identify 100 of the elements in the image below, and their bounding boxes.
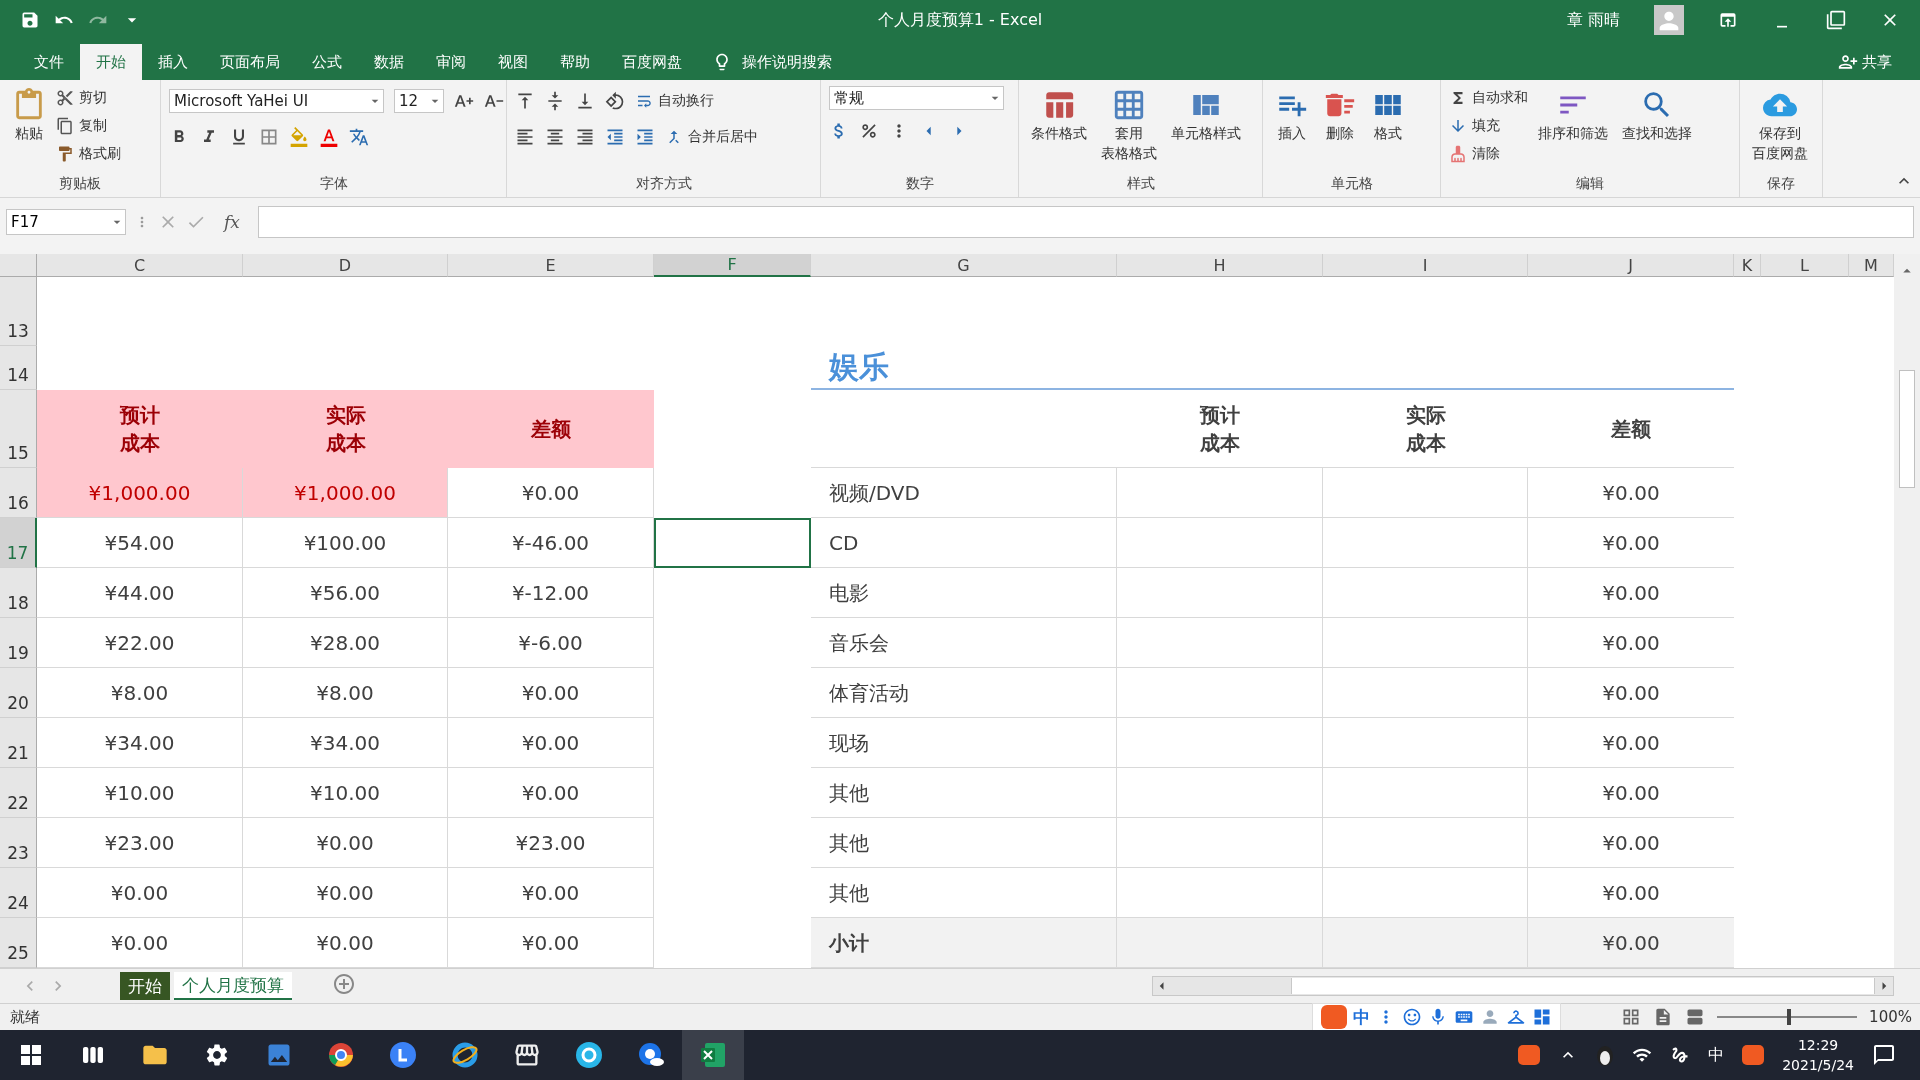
table-cell[interactable] <box>1117 568 1323 618</box>
row-header[interactable]: 22 <box>0 768 37 818</box>
insert-function-button[interactable]: fx <box>224 212 240 232</box>
table-cell[interactable]: ¥0.00 <box>243 818 448 868</box>
table-cell[interactable] <box>1323 618 1528 668</box>
table-cell[interactable]: 小计 <box>811 918 1117 968</box>
row-header[interactable]: 16 <box>0 468 37 518</box>
format-painter-button[interactable]: 格式刷 <box>56 142 121 166</box>
column-header[interactable]: C <box>37 254 243 277</box>
table-cell[interactable]: 其他 <box>811 768 1117 818</box>
zoom-thumb[interactable] <box>1787 1009 1792 1025</box>
table-cell[interactable] <box>1323 818 1528 868</box>
insert-button[interactable]: 插入 <box>1271 86 1313 144</box>
table-cell[interactable] <box>1323 918 1528 968</box>
table-cell[interactable]: ¥0.00 <box>243 868 448 918</box>
table-cell[interactable]: ¥-6.00 <box>448 618 654 668</box>
penguin-icon[interactable] <box>1596 1044 1615 1066</box>
table-cell[interactable]: ¥56.00 <box>243 568 448 618</box>
share-button[interactable]: 共享 <box>1838 44 1920 80</box>
table-cell[interactable] <box>1323 768 1528 818</box>
column-header[interactable]: D <box>243 254 448 277</box>
ribbon-tab[interactable]: 页面布局 <box>204 44 296 80</box>
table-cell[interactable] <box>1323 668 1528 718</box>
row-header[interactable]: 21 <box>0 718 37 768</box>
table-cell[interactable]: ¥1,000.00 <box>243 468 448 518</box>
table-cell[interactable]: ¥0.00 <box>448 868 654 918</box>
input-language[interactable]: 中 <box>1708 1044 1725 1066</box>
save-icon[interactable] <box>20 10 40 30</box>
table-cell[interactable]: ¥8.00 <box>37 668 243 718</box>
page-break-icon[interactable] <box>1685 1007 1706 1027</box>
wrap-text-button[interactable]: 自动换行 <box>635 89 714 113</box>
search-app-icon[interactable] <box>637 1041 665 1069</box>
ime-logo-icon[interactable] <box>1518 1045 1541 1065</box>
cut-button[interactable]: 剪切 <box>56 86 121 110</box>
column-header[interactable]: K <box>1734 254 1761 277</box>
table-cell[interactable] <box>1323 568 1528 618</box>
table-cell[interactable]: ¥0.00 <box>1528 918 1734 968</box>
table-cell[interactable]: 预计成本 <box>37 390 243 468</box>
conditional-format-button[interactable]: 条件格式 <box>1027 86 1091 144</box>
browser-icon[interactable] <box>328 1042 354 1068</box>
table-cell[interactable]: ¥0.00 <box>448 468 654 518</box>
ribbon-tab[interactable]: 插入 <box>142 44 204 80</box>
column-header[interactable]: F <box>654 254 811 277</box>
edge-icon[interactable] <box>575 1041 603 1069</box>
table-cell[interactable] <box>1117 468 1323 518</box>
restore-icon[interactable] <box>1826 10 1846 30</box>
copy-button[interactable]: 复制 <box>56 114 121 138</box>
format-button[interactable]: 格式 <box>1367 86 1409 144</box>
table-cell[interactable]: ¥34.00 <box>243 718 448 768</box>
table-cell[interactable]: 差额 <box>448 390 654 468</box>
format-as-table-button[interactable]: 套用 表格格式 <box>1097 86 1161 164</box>
normal-view-icon[interactable] <box>1621 1007 1642 1027</box>
grid-icon[interactable] <box>1532 1007 1553 1027</box>
ribbon-tab[interactable]: 百度网盘 <box>606 44 698 80</box>
ime-logo-icon[interactable] <box>1742 1045 1765 1065</box>
find-select-button[interactable]: 查找和选择 <box>1618 86 1696 144</box>
align-center-icon[interactable] <box>545 127 565 147</box>
ime-mode[interactable]: 中 <box>1353 1005 1371 1029</box>
table-cell[interactable]: ¥100.00 <box>243 518 448 568</box>
ribbon-tab[interactable]: 帮助 <box>544 44 606 80</box>
ribbon-display-icon[interactable] <box>1718 10 1738 30</box>
table-cell[interactable]: ¥0.00 <box>448 768 654 818</box>
selected-cell[interactable] <box>654 518 811 568</box>
ribbon-tab[interactable]: 审阅 <box>420 44 482 80</box>
align-bottom-icon[interactable] <box>575 91 595 111</box>
row-header[interactable]: 19 <box>0 618 37 668</box>
notification-icon[interactable] <box>1872 1043 1896 1067</box>
formula-field[interactable] <box>257 206 1914 238</box>
indent-decrease-icon[interactable] <box>605 127 625 147</box>
table-cell[interactable]: ¥54.00 <box>37 518 243 568</box>
table-cell[interactable]: ¥0.00 <box>448 668 654 718</box>
table-cell[interactable] <box>1323 518 1528 568</box>
sheet-tab[interactable]: 开始 <box>120 972 170 1000</box>
table-cell[interactable]: ¥22.00 <box>37 618 243 668</box>
column-header[interactable]: H <box>1117 254 1323 277</box>
delete-button[interactable]: 删除 <box>1319 86 1361 144</box>
font-size-select[interactable]: 12 <box>394 89 444 113</box>
row-header[interactable]: 15 <box>0 390 37 468</box>
table-cell[interactable]: ¥28.00 <box>243 618 448 668</box>
table-cell[interactable]: ¥0.00 <box>243 918 448 968</box>
row-header[interactable]: 24 <box>0 868 37 918</box>
row-header[interactable]: 25 <box>0 918 37 968</box>
emoji-icon[interactable] <box>1402 1007 1423 1027</box>
table-cell[interactable]: 体育活动 <box>811 668 1117 718</box>
pen-icon[interactable] <box>1670 1045 1691 1065</box>
table-cell[interactable]: 电影 <box>811 568 1117 618</box>
table-cell[interactable]: ¥0.00 <box>448 918 654 968</box>
column-header[interactable]: M <box>1849 254 1894 277</box>
excel-icon[interactable] <box>699 1041 727 1069</box>
tell-me-search[interactable]: 操作说明搜索 <box>712 44 832 80</box>
table-cell[interactable]: CD <box>811 518 1117 568</box>
row-header[interactable]: 14 <box>0 346 37 390</box>
font-color-icon[interactable] <box>319 127 339 147</box>
add-sheet-icon[interactable] <box>332 972 356 996</box>
align-top-icon[interactable] <box>515 91 535 111</box>
column-header[interactable]: E <box>448 254 654 277</box>
table-cell[interactable]: 音乐会 <box>811 618 1117 668</box>
zoom-level[interactable]: 100% <box>1869 1008 1912 1026</box>
name-box[interactable]: F17 <box>6 209 126 235</box>
orientation-icon[interactable] <box>605 91 625 111</box>
